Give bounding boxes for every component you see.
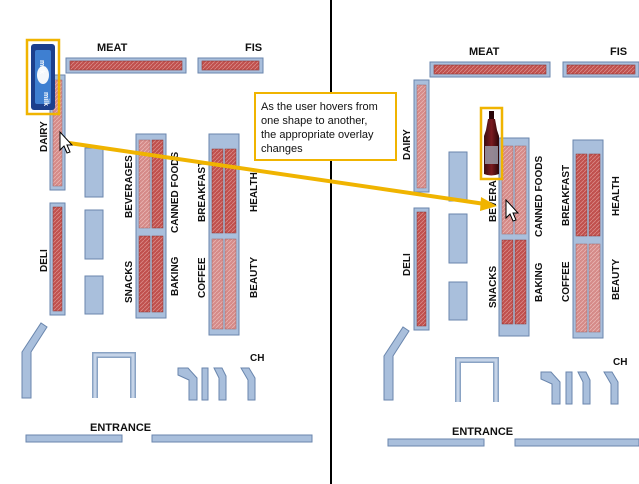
beauty-label-right: BEAUTY — [611, 259, 622, 300]
coffee-label-right: COFFEE — [561, 261, 572, 302]
svg-text:changes: changes — [261, 143, 303, 155]
entrance-wall-left — [25, 434, 123, 443]
deli-label: DELI — [39, 249, 50, 272]
health-label: HEALTH — [249, 172, 260, 212]
small-shelf-1[interactable] — [84, 147, 104, 198]
angled-shelf[interactable] — [21, 322, 48, 399]
beauty-label: BEAUTY — [249, 257, 260, 298]
breakfast-label: BREAKFAST — [197, 161, 208, 222]
diagram-canvas: MEAT FIS DAIRY milk milk DELI BEVERAGES … — [21, 0, 639, 484]
checkout-lane-1[interactable] — [177, 367, 198, 401]
small-shelf-3[interactable] — [84, 275, 104, 315]
entrance-label: ENTRANCE — [90, 422, 151, 434]
right-panel: MEAT FIS DAIRY DELI BEVERA SNACKS CANNED… — [383, 46, 639, 447]
store-layout-diagram: MEAT FIS DAIRY milk milk DELI BEVERAGES … — [0, 0, 639, 484]
checkout-lane-3[interactable] — [213, 367, 227, 401]
fish-label: FIS — [245, 42, 262, 54]
svg-text:the appropriate overlay: the appropriate overlay — [261, 129, 374, 141]
dairy-label: DAIRY — [39, 121, 50, 152]
baking-label-right: BAKING — [534, 262, 545, 302]
checkout-frame[interactable] — [92, 352, 136, 398]
meat-shelf-overlay — [69, 60, 183, 71]
checkout-lane-2[interactable] — [201, 367, 209, 401]
entrance-wall-right — [151, 434, 313, 443]
beverages-label-right: BEVERA — [488, 180, 499, 222]
callout-box: As the user hovers from one shape to ano… — [254, 92, 397, 161]
checkout-label: CH — [250, 353, 264, 364]
milk-brand: milk — [38, 60, 45, 74]
svg-text:milk: milk — [42, 92, 49, 106]
meat-label-right: MEAT — [469, 46, 500, 58]
checkout-label-right: CH — [613, 357, 627, 368]
canned-foods-label-right: CANNED FOODS — [534, 156, 545, 237]
dairy-label-right: DAIRY — [402, 129, 413, 160]
breakfast-label-right: BREAKFAST — [561, 165, 572, 226]
svg-text:As the user hovers from: As the user hovers from — [261, 101, 378, 113]
beverages-label: BEVERAGES — [124, 155, 135, 218]
snacks-label-right: SNACKS — [488, 265, 499, 308]
health-label-right: HEALTH — [611, 176, 622, 216]
deli-label-right: DELI — [402, 253, 413, 276]
small-shelf-2[interactable] — [84, 209, 104, 260]
checkout-lane-4[interactable] — [240, 367, 256, 401]
deli-shelf-overlay — [52, 206, 63, 312]
fish-label-right: FIS — [610, 46, 627, 58]
soda-bottle-icon — [484, 111, 499, 176]
snacks-label: SNACKS — [124, 260, 135, 303]
canned-foods-label: CANNED FOODS — [170, 152, 181, 233]
svg-text:one shape to another,: one shape to another, — [261, 115, 367, 127]
coffee-label: COFFEE — [197, 257, 208, 298]
baking-label: BAKING — [170, 256, 181, 296]
entrance-label-right: ENTRANCE — [452, 426, 513, 438]
meat-label: MEAT — [97, 42, 128, 54]
fish-shelf-overlay — [201, 60, 260, 71]
